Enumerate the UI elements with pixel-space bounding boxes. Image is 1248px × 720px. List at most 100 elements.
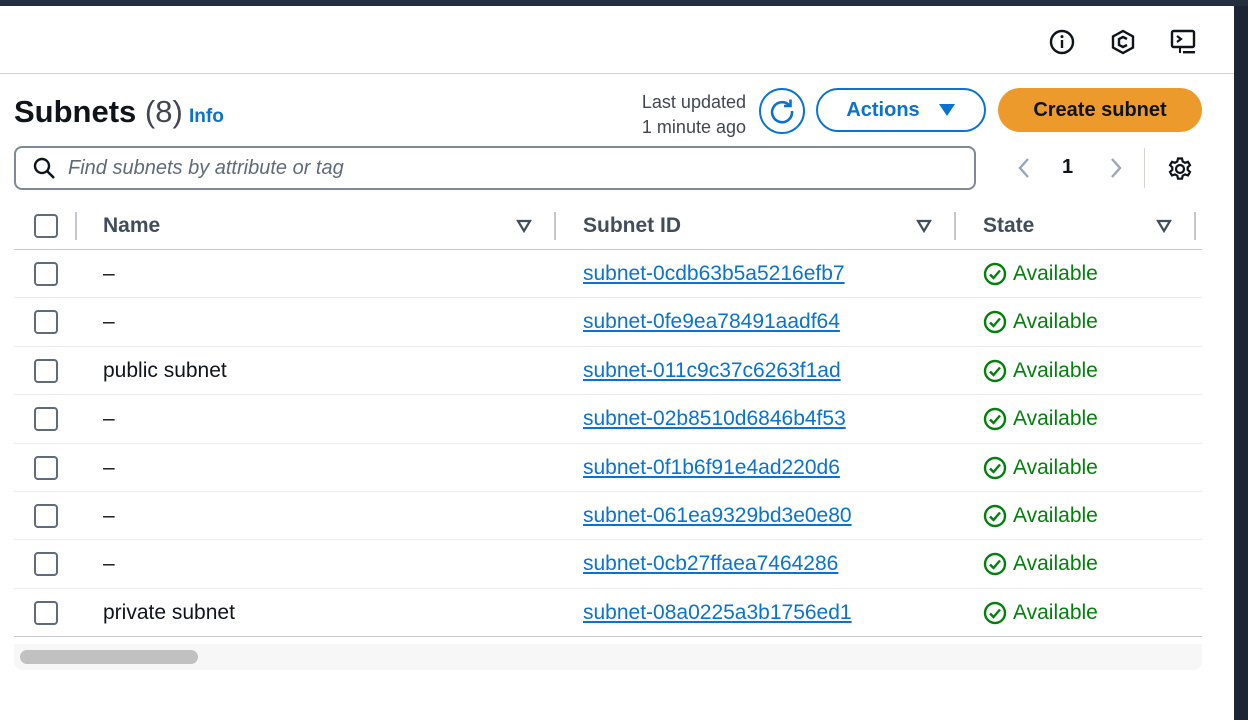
table-row[interactable]: – subnet-061ea9329bd3e0e80 Available xyxy=(14,492,1202,541)
pagination: 1 xyxy=(1010,148,1200,188)
chevron-left-icon xyxy=(1018,158,1029,178)
refresh-button[interactable] xyxy=(759,88,805,134)
subnet-name: private subnet xyxy=(103,600,235,624)
state-label: Available xyxy=(1013,358,1098,382)
sort-subnet-id-icon[interactable] xyxy=(914,216,934,236)
search-icon xyxy=(33,157,55,179)
subnet-state: Available xyxy=(983,456,1098,480)
create-subnet-button[interactable]: Create subnet xyxy=(998,88,1202,132)
right-dark-edge xyxy=(1234,6,1248,720)
row-checkbox[interactable] xyxy=(34,358,58,383)
subnet-id-link[interactable]: subnet-02b8510d6846b4f53 xyxy=(583,407,846,431)
subnet-state: Available xyxy=(983,310,1098,334)
horizontal-scrollbar[interactable] xyxy=(14,644,1202,670)
subnet-name: public subnet xyxy=(103,358,227,382)
column-header-subnet-id[interactable]: Subnet ID xyxy=(583,214,681,238)
check-circle-icon xyxy=(983,407,1007,431)
table-row[interactable]: public subnet subnet-011c9c37c6263f1ad A… xyxy=(14,347,1202,396)
subnet-id-link[interactable]: subnet-0cb27ffaea7464286 xyxy=(583,552,838,576)
subnet-state: Available xyxy=(983,262,1098,286)
column-header-name[interactable]: Name xyxy=(103,214,160,238)
subnet-name: – xyxy=(103,262,115,285)
subnet-state: Available xyxy=(983,552,1098,576)
state-label: Available xyxy=(1013,310,1098,334)
search-input[interactable] xyxy=(68,156,948,180)
actions-button[interactable]: Actions xyxy=(816,88,986,132)
refresh-icon xyxy=(770,99,794,124)
subnet-id-link[interactable]: subnet-0cdb63b5a5216efb7 xyxy=(583,262,845,286)
column-divider xyxy=(75,212,77,240)
last-updated: Last updated 1 minute ago xyxy=(604,90,746,140)
subnets-table: Name Subnet ID State – subnet-0cdb63b5a5… xyxy=(14,202,1202,638)
last-updated-time: 1 minute ago xyxy=(641,117,746,137)
column-divider[interactable] xyxy=(954,212,956,240)
info-icon[interactable] xyxy=(1048,28,1076,56)
check-circle-icon xyxy=(983,359,1007,382)
row-checkbox[interactable] xyxy=(34,600,58,625)
subnet-state: Available xyxy=(983,359,1098,383)
scrollbar-thumb[interactable] xyxy=(20,650,198,664)
caret-down-icon xyxy=(938,104,955,116)
state-label: Available xyxy=(1013,407,1098,431)
sort-state-icon[interactable] xyxy=(1154,216,1174,236)
row-checkbox[interactable] xyxy=(34,503,58,528)
preferences-button[interactable] xyxy=(1165,154,1195,184)
table-row[interactable]: – subnet-0cb27ffaea7464286 Available xyxy=(14,540,1202,589)
sort-name-icon[interactable] xyxy=(514,216,534,236)
state-label: Available xyxy=(1013,552,1098,576)
row-checkbox[interactable] xyxy=(34,407,58,432)
subnet-name: – xyxy=(103,455,115,479)
check-circle-icon xyxy=(983,262,1007,286)
page-header: Subnets (8) Info Last updated 1 minute a… xyxy=(14,84,1204,140)
check-circle-icon xyxy=(983,456,1007,479)
table-body: – subnet-0cdb63b5a5216efb7 Available – s… xyxy=(14,250,1202,638)
state-label: Available xyxy=(1013,262,1098,285)
subnet-name: – xyxy=(103,407,115,431)
current-page[interactable]: 1 xyxy=(1062,156,1073,179)
search-box xyxy=(14,146,976,190)
subnet-id-link[interactable]: subnet-0f1b6f91e4ad220d6 xyxy=(583,456,840,480)
tools-bar xyxy=(0,6,1234,74)
state-label: Available xyxy=(1013,455,1098,479)
terminal-icon[interactable] xyxy=(1170,28,1198,56)
subnet-name: – xyxy=(103,310,115,334)
next-page-button[interactable] xyxy=(1102,154,1130,182)
row-checkbox[interactable] xyxy=(34,552,58,577)
subnet-id-link[interactable]: subnet-011c9c37c6263f1ad xyxy=(583,359,841,383)
check-circle-icon xyxy=(983,553,1007,576)
row-checkbox[interactable] xyxy=(34,455,58,480)
check-circle-icon xyxy=(983,311,1007,334)
chevron-right-icon xyxy=(1111,158,1122,178)
subnet-id-link[interactable]: subnet-061ea9329bd3e0e80 xyxy=(583,504,852,528)
page-title: Subnets (8) xyxy=(14,94,183,130)
pager-divider xyxy=(1144,148,1145,188)
subnet-count: (8) xyxy=(144,94,183,129)
table-header: Name Subnet ID State xyxy=(14,202,1202,250)
table-row[interactable]: private subnet subnet-08a0225a3b1756ed1 … xyxy=(14,589,1202,638)
table-row[interactable]: – subnet-02b8510d6846b4f53 Available xyxy=(14,395,1202,444)
info-link[interactable]: Info xyxy=(189,106,224,128)
row-checkbox[interactable] xyxy=(34,310,58,335)
column-header-state[interactable]: State xyxy=(983,214,1034,238)
column-divider[interactable] xyxy=(1194,212,1196,240)
state-label: Available xyxy=(1013,503,1098,527)
check-circle-icon xyxy=(983,601,1007,624)
table-row[interactable]: – subnet-0f1b6f91e4ad220d6 Available xyxy=(14,444,1202,492)
table-row[interactable]: – subnet-0fe9ea78491aadf64 Available xyxy=(14,298,1202,347)
subnet-id-link[interactable]: subnet-0fe9ea78491aadf64 xyxy=(583,310,840,334)
select-all-checkbox[interactable] xyxy=(34,214,58,238)
subnet-state: Available xyxy=(983,601,1098,625)
table-row[interactable]: – subnet-0cdb63b5a5216efb7 Available xyxy=(14,250,1202,299)
hexagon-icon[interactable] xyxy=(1109,28,1137,56)
row-checkbox[interactable] xyxy=(34,262,58,286)
column-divider[interactable] xyxy=(554,212,556,240)
subnet-state: Available xyxy=(983,407,1098,431)
subnet-name: – xyxy=(103,503,115,527)
prev-page-button[interactable] xyxy=(1010,154,1038,182)
subnet-state: Available xyxy=(983,504,1098,528)
subnet-name: – xyxy=(103,552,115,576)
subnet-id-link[interactable]: subnet-08a0225a3b1756ed1 xyxy=(583,601,852,625)
last-updated-label: Last updated xyxy=(641,92,746,112)
gear-icon xyxy=(1168,157,1192,180)
actions-label: Actions xyxy=(846,98,920,121)
